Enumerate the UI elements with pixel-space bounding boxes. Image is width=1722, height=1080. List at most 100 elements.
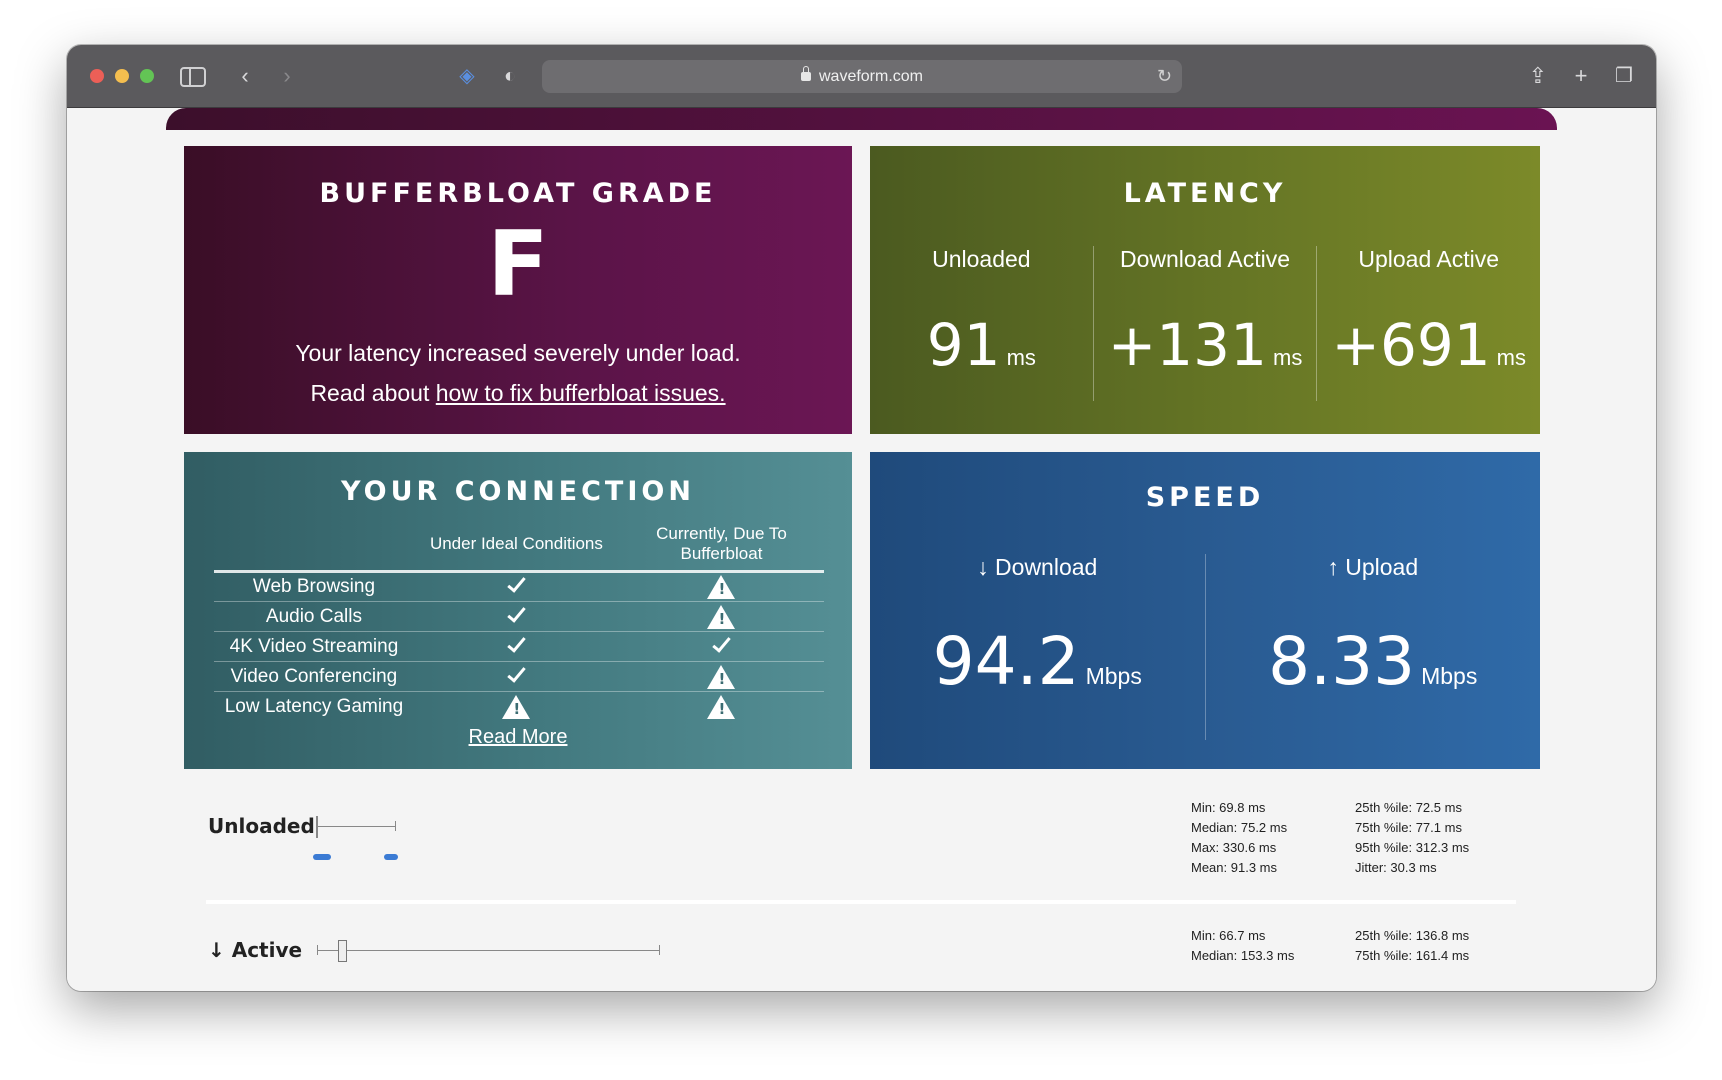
check-icon — [712, 632, 731, 653]
warning-icon — [707, 575, 736, 599]
current-status — [618, 601, 824, 632]
warning-icon — [707, 694, 736, 719]
unloaded-sample-dot — [384, 854, 398, 860]
activity-name: Web Browsing — [214, 571, 414, 602]
tab-overview-icon[interactable]: ❐ — [1609, 63, 1639, 89]
url-text: waveform.com — [818, 68, 924, 85]
latency-label: Upload Active — [1358, 246, 1499, 272]
ideal-status — [413, 601, 619, 632]
privacy-shield-icon[interactable]: ◈ — [452, 63, 482, 89]
stat-min: Min: 66.7 ms — [1191, 928, 1266, 943]
connection-row: 4K Video Streaming — [214, 631, 824, 662]
latency-unit: ms — [1273, 345, 1303, 370]
content-blocker-icon[interactable]: ◐ — [495, 63, 525, 89]
stat-max: Max: 330.6 ms — [1191, 840, 1277, 855]
fix-bufferbloat-link[interactable]: how to fix bufferbloat issues. — [436, 380, 726, 406]
latency-download-active: Download Active +131 ms — [1092, 246, 1317, 401]
current-header: Currently, Due To Bufferbloat — [618, 524, 824, 573]
check-icon — [507, 573, 526, 593]
new-tab-icon[interactable]: + — [1566, 63, 1596, 89]
latency-value: +131 — [1107, 311, 1267, 379]
activity-name: 4K Video Streaming — [214, 631, 414, 662]
browser-window: ‹ › ◈ ◐ waveform.com ↻ ⇪ + ❐ BUFFERBLOAT… — [67, 45, 1656, 991]
active-label: ↓ Active — [208, 938, 303, 962]
latency-unit: ms — [1496, 345, 1526, 370]
header-band — [166, 108, 1557, 130]
upload-speed: ↑ Upload 8.33 Mbps — [1204, 554, 1541, 740]
activity-header — [214, 524, 414, 573]
latency-value: 91 — [926, 311, 1001, 379]
sidebar-toggle-icon[interactable] — [180, 67, 206, 87]
connection-row: Low Latency Gaming — [214, 692, 824, 722]
current-status — [618, 631, 824, 662]
grade-letter: F — [487, 212, 549, 317]
active-boxplot-min — [317, 945, 318, 955]
detail-divider — [206, 900, 1516, 904]
upload-value: 8.33 — [1268, 623, 1416, 700]
unloaded-boxplot-box — [316, 816, 318, 838]
ideal-status — [413, 571, 619, 602]
active-boxplot-whisker — [317, 950, 660, 951]
browser-toolbar: ‹ › ◈ ◐ waveform.com ↻ ⇪ + ❐ — [67, 45, 1656, 108]
current-status — [618, 571, 824, 602]
latency-label: Download Active — [1119, 246, 1291, 272]
close-window-button[interactable] — [90, 69, 104, 83]
unloaded-sample-dot — [313, 854, 331, 860]
latency-title: LATENCY — [1123, 178, 1287, 209]
ideal-status — [414, 692, 619, 722]
latency-card: LATENCY Unloaded 91 ms Download Active +1… — [870, 146, 1540, 434]
check-icon — [507, 632, 526, 653]
connection-title: YOUR CONNECTION — [341, 476, 695, 507]
latency-upload-active: Upload Active +691 ms — [1316, 246, 1540, 401]
unloaded-detail-row: Unloaded Min: 69.8 ms Median: 75.2 ms Ma… — [166, 780, 1557, 880]
stat-jitter: Jitter: 30.3 ms — [1355, 860, 1437, 875]
lock-icon — [800, 66, 811, 81]
upload-unit: Mbps — [1421, 663, 1478, 689]
back-icon[interactable]: ‹ — [230, 63, 260, 89]
your-connection-card: YOUR CONNECTION Under Ideal Conditions C… — [184, 452, 852, 769]
latency-unloaded: Unloaded 91 ms — [870, 246, 1093, 401]
unloaded-boxplot-whisker — [316, 826, 396, 827]
active-stats-left: Min: 66.7 ms Median: 153.3 ms — [1191, 926, 1294, 966]
stat-25th: 25th %ile: 72.5 ms — [1355, 800, 1462, 815]
reload-icon[interactable]: ↻ — [1157, 60, 1172, 93]
stat-25th: 25th %ile: 136.8 ms — [1355, 928, 1470, 943]
ideal-status — [413, 631, 619, 662]
activity-name: Audio Calls — [214, 601, 414, 632]
download-unit: Mbps — [1085, 663, 1142, 689]
active-detail-row: ↓ Active Min: 66.7 ms Median: 153.3 ms 2… — [166, 910, 1557, 991]
bufferbloat-grade-card: BUFFERBLOAT GRADE F Your latency increas… — [184, 146, 852, 434]
stat-median: Median: 75.2 ms — [1191, 820, 1288, 835]
minimize-window-button[interactable] — [115, 69, 129, 83]
warning-icon — [707, 664, 736, 689]
download-value: 94.2 — [932, 623, 1080, 700]
stat-95th: 95th %ile: 312.3 ms — [1355, 840, 1470, 855]
activity-name: Low Latency Gaming — [224, 695, 404, 717]
current-status — [619, 692, 824, 722]
check-icon — [507, 602, 526, 623]
warning-icon — [707, 604, 736, 629]
speed-title: SPEED — [1145, 482, 1265, 513]
stat-mean: Mean: 91.3 ms — [1191, 860, 1277, 875]
current-status — [618, 661, 824, 692]
stat-min: Min: 69.8 ms — [1191, 800, 1266, 815]
connection-row: Web Browsing — [214, 571, 824, 602]
latency-label: Unloaded — [932, 246, 1031, 272]
active-boxplot-box — [338, 940, 347, 962]
results-panel: BUFFERBLOAT GRADE F Your latency increas… — [166, 130, 1557, 991]
grade-message: Your latency increased severely under lo… — [295, 340, 741, 366]
share-icon[interactable]: ⇪ — [1523, 63, 1553, 89]
page-content: BUFFERBLOAT GRADE F Your latency increas… — [67, 108, 1656, 991]
forward-icon[interactable]: › — [272, 63, 302, 89]
stat-75th: 75th %ile: 161.4 ms — [1355, 948, 1470, 963]
connection-table: Under Ideal Conditions Currently, Due To… — [214, 524, 824, 722]
zoom-window-button[interactable] — [140, 69, 154, 83]
address-bar[interactable]: waveform.com ↻ — [542, 60, 1182, 93]
active-stats-right: 25th %ile: 136.8 ms 75th %ile: 161.4 ms — [1355, 926, 1469, 966]
warning-icon — [502, 694, 531, 719]
ideal-status — [413, 661, 619, 692]
read-more-link[interactable]: Read More — [469, 726, 568, 748]
activity-name: Video Conferencing — [214, 661, 414, 692]
unloaded-label: Unloaded — [208, 814, 315, 838]
speed-card: SPEED ↓ Download 94.2 Mbps ↑ Upload 8.33 M… — [870, 452, 1540, 769]
